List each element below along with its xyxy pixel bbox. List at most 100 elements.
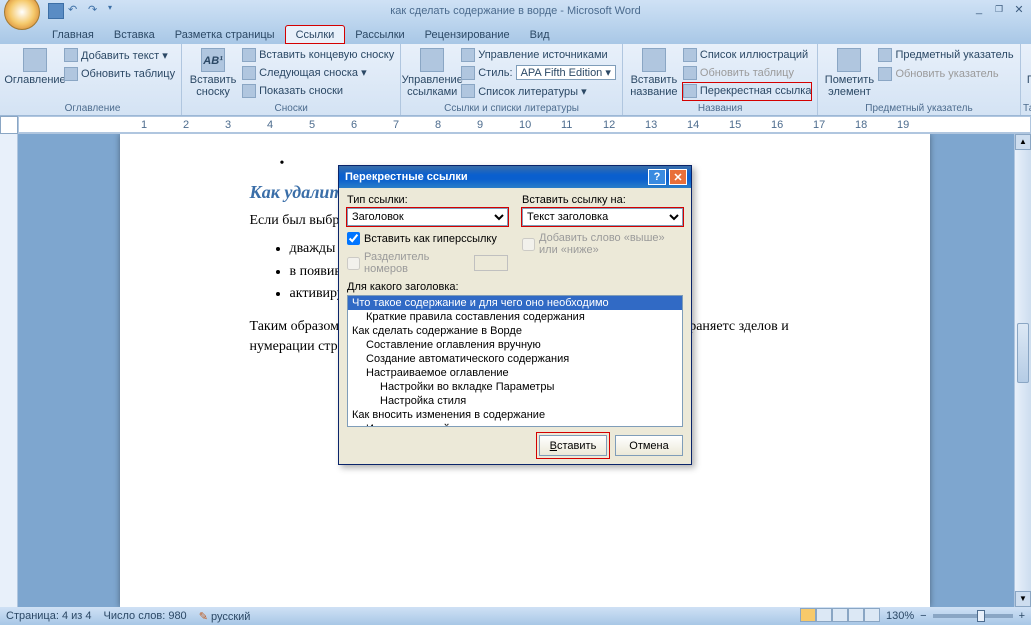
tab-insert[interactable]: Вставка [104, 26, 165, 44]
listbox-item[interactable]: Что такое содержание и для чего оно необ… [348, 296, 682, 310]
tab-selector[interactable] [0, 116, 18, 134]
above-below-row: Добавить слово «выше» или «ниже» [522, 232, 683, 256]
mark-entry-icon [837, 48, 861, 72]
bibliography-icon [461, 84, 475, 98]
index-icon [878, 48, 892, 62]
listbox-item[interactable]: Краткие правила составления содержания [348, 310, 682, 324]
update-icon [64, 67, 78, 81]
above-below-checkbox [522, 238, 535, 251]
scroll-down-button[interactable]: ▼ [1015, 591, 1031, 607]
zoom-knob[interactable] [977, 610, 985, 622]
dialog-help-button[interactable]: ? [648, 169, 666, 185]
manage-sources-button[interactable]: Управление ссылками [407, 46, 457, 100]
insert-reference-to-select[interactable]: Текст заголовка [522, 208, 683, 226]
insert-caption-button[interactable]: Вставить название [629, 46, 679, 100]
horizontal-ruler[interactable]: 12345678910111213141516171819 [18, 116, 1031, 133]
status-bar: Страница: 4 из 4 Число слов: 980 ✎ русск… [0, 607, 1031, 625]
group-footnotes: AB¹Вставить сноску Вставить концевую сно… [182, 44, 401, 115]
listbox-item[interactable]: Как вносить изменения в содержание [348, 408, 682, 422]
dialog-title: Перекрестные ссылки [343, 171, 645, 183]
reference-type-select[interactable]: Заголовок [347, 208, 508, 226]
endnote-icon [242, 48, 256, 62]
vertical-scrollbar[interactable]: ▲ ▼ [1014, 134, 1031, 607]
tab-references[interactable]: Ссылки [285, 25, 346, 44]
insert-button[interactable]: Вставить [539, 435, 607, 456]
cross-reference-button[interactable]: Перекрестная ссылка [683, 83, 812, 100]
tab-home[interactable]: Главная [42, 26, 104, 44]
page-indicator[interactable]: Страница: 4 из 4 [6, 610, 92, 622]
insert-footnote-button[interactable]: AB¹Вставить сноску [188, 46, 238, 100]
group-captions: Вставить название Список иллюстраций Обн… [623, 44, 819, 115]
listbox-item[interactable]: Составление оглавления вручную [348, 338, 682, 352]
ruler-row: 12345678910111213141516171819 [0, 116, 1031, 134]
tab-review[interactable]: Рецензирование [415, 26, 520, 44]
manage-sources-icon [461, 48, 475, 62]
update-index-button[interactable]: Обновить указатель [878, 65, 1013, 83]
listbox-item[interactable]: Как сделать содержание в Ворде [348, 324, 682, 338]
listbox-item[interactable]: Изменение свойств оглавления [348, 422, 682, 427]
update-figures-button[interactable]: Обновить таблицу [683, 64, 812, 81]
group-toc: Оглавление Добавить текст ▾ Обновить таб… [4, 44, 182, 115]
insert-endnote-button[interactable]: Вставить концевую сноску [242, 46, 394, 63]
zoom-out-button[interactable]: − [920, 610, 926, 622]
insert-on-label: Вставить ссылку на: [522, 194, 683, 206]
scroll-up-button[interactable]: ▲ [1015, 134, 1031, 150]
tab-view[interactable]: Вид [520, 26, 560, 44]
window-title: как сделать содержание в ворде - Microso… [0, 5, 1031, 17]
citation-style-select[interactable]: Стиль: APA Fifth Edition ▾ [461, 64, 616, 81]
separator-checkbox [347, 257, 360, 270]
tab-mailings[interactable]: Рассылки [345, 26, 414, 44]
figures-icon [683, 48, 697, 62]
group-authorities: Пометить ссылку Таблица ссылок [1021, 44, 1031, 115]
dialog-title-bar[interactable]: Перекрестные ссылки ? ✕ [339, 166, 691, 188]
for-which-label: Для какого заголовка: [347, 281, 683, 293]
update-index-icon [878, 67, 892, 81]
manage-sources-link[interactable]: Управление источниками [461, 46, 616, 63]
insert-index-button[interactable]: Предметный указатель [878, 46, 1013, 64]
toc-button[interactable]: Оглавление [10, 46, 60, 100]
show-notes-button[interactable]: Показать сноски [242, 83, 394, 100]
next-footnote-button[interactable]: Следующая сноска ▾ [242, 64, 394, 81]
view-buttons[interactable] [800, 608, 880, 625]
restore-button[interactable]: ❐ [991, 2, 1007, 16]
vertical-ruler[interactable] [0, 134, 18, 607]
update-figures-icon [683, 66, 697, 80]
bibliography-button[interactable]: Список литературы ▾ [461, 83, 616, 100]
ribbon: Оглавление Добавить текст ▾ Обновить таб… [0, 44, 1031, 116]
heading-listbox[interactable]: Что такое содержание и для чего оно необ… [347, 295, 683, 427]
table-of-figures-button[interactable]: Список иллюстраций [683, 46, 812, 63]
zoom-slider[interactable] [933, 614, 1013, 618]
show-notes-icon [242, 84, 256, 98]
zoom-level[interactable]: 130% [886, 610, 914, 622]
update-table-button[interactable]: Обновить таблицу [64, 65, 175, 83]
sources-icon [420, 48, 444, 72]
style-icon [461, 66, 475, 80]
scroll-thumb[interactable] [1017, 323, 1029, 383]
separator-input [474, 255, 508, 271]
hyperlink-checkbox-row[interactable]: Вставить как гиперссылку [347, 232, 508, 245]
listbox-item[interactable]: Настраиваемое оглавление [348, 366, 682, 380]
group-index: Пометить элемент Предметный указатель Об… [818, 44, 1020, 115]
minimize-button[interactable]: _ [971, 2, 987, 16]
close-button[interactable]: ✕ [1011, 2, 1027, 16]
word-count[interactable]: Число слов: 980 [104, 610, 187, 622]
mark-citation-button[interactable]: Пометить ссылку [1027, 46, 1031, 100]
mark-entry-button[interactable]: Пометить элемент [824, 46, 874, 100]
listbox-item[interactable]: Настройки во вкладке Параметры [348, 380, 682, 394]
dialog-close-button[interactable]: ✕ [669, 169, 687, 185]
group-citations: Управление ссылками Управление источника… [401, 44, 623, 115]
cancel-button[interactable]: Отмена [615, 435, 683, 456]
zoom-in-button[interactable]: + [1019, 610, 1025, 622]
listbox-item[interactable]: Настройка стиля [348, 394, 682, 408]
cross-reference-dialog: Перекрестные ссылки ? ✕ Тип ссылки: Заго… [338, 165, 692, 465]
cross-ref-icon [683, 84, 697, 98]
tab-layout[interactable]: Разметка страницы [165, 26, 285, 44]
type-label: Тип ссылки: [347, 194, 508, 206]
language-indicator[interactable]: ✎ русский [199, 610, 251, 623]
listbox-item[interactable]: Создание автоматического содержания [348, 352, 682, 366]
footnote-icon: AB¹ [201, 48, 225, 72]
add-text-button[interactable]: Добавить текст ▾ [64, 46, 175, 64]
next-footnote-icon [242, 66, 256, 80]
add-text-icon [64, 48, 78, 62]
hyperlink-checkbox[interactable] [347, 232, 360, 245]
